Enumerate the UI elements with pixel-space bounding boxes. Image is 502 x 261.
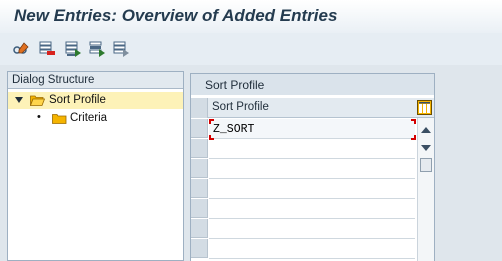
scroll-thumb[interactable]	[420, 158, 432, 172]
table-settings-icon[interactable]	[417, 100, 432, 115]
select-block-icon	[89, 41, 105, 57]
focus-corner	[411, 119, 416, 124]
scroll-up-icon[interactable]	[421, 127, 431, 133]
column-header-sort-profile[interactable]: Sort Profile	[212, 101, 269, 113]
deselect-all-icon	[113, 41, 129, 57]
delete-row-icon	[39, 41, 55, 55]
table-cell[interactable]	[209, 179, 415, 199]
panel-title: Sort Profile	[191, 74, 434, 95]
row-selector[interactable]	[191, 159, 208, 178]
row-selector[interactable]	[191, 239, 208, 258]
tree-bullet: •	[37, 111, 41, 123]
table-cell[interactable]	[209, 139, 415, 159]
tree-item-label: Sort Profile	[49, 94, 106, 106]
folder-icon	[52, 114, 67, 124]
sort-profile-panel: Sort Profile Sort Profile Z_SORT	[190, 73, 435, 261]
row-selector[interactable]	[191, 119, 208, 138]
select-block-button[interactable]	[88, 40, 106, 58]
select-all-button[interactable]	[64, 40, 82, 58]
table-cell[interactable]	[209, 159, 415, 179]
focus-corner	[411, 135, 416, 140]
focus-corner	[209, 135, 214, 140]
table-control: Sort Profile Z_SORT	[191, 98, 434, 261]
display-change-button[interactable]	[12, 40, 30, 58]
title-bar: New Entries: Overview of Added Entries	[0, 0, 502, 33]
sap-screen: New Entries: Overview of Added Entries D…	[0, 0, 502, 261]
expand-triangle-icon[interactable]	[15, 97, 23, 104]
application-toolbar	[0, 33, 502, 65]
delete-row-button[interactable]	[38, 40, 56, 58]
vertical-scrollbar[interactable]	[417, 118, 434, 261]
row-selector[interactable]	[191, 219, 208, 238]
focus-corner	[209, 119, 214, 124]
row-selector[interactable]	[191, 179, 208, 198]
tree-item-sort-profile[interactable]: Sort Profile	[8, 92, 183, 109]
row-selector[interactable]	[191, 199, 208, 218]
select-all-rows-button[interactable]	[191, 98, 208, 118]
tree-item-label: Criteria	[70, 112, 108, 124]
dialog-structure-header: Dialog Structure	[8, 72, 183, 89]
dialog-structure-panel: Dialog Structure Sort Profile • Criteria	[7, 71, 184, 261]
tree-item-criteria[interactable]: • Criteria	[8, 110, 183, 127]
page-title: New Entries: Overview of Added Entries	[14, 6, 338, 25]
display-change-icon	[13, 42, 29, 54]
select-all-icon	[65, 41, 81, 57]
table-cell[interactable]	[209, 199, 415, 219]
folder-open-icon	[30, 95, 45, 106]
scroll-down-icon[interactable]	[421, 145, 431, 151]
table-cell[interactable]	[209, 239, 415, 259]
table-header: Sort Profile	[191, 98, 434, 118]
sort-profile-field[interactable]: Z_SORT	[209, 119, 416, 140]
deselect-all-button[interactable]	[112, 40, 130, 58]
row-selector[interactable]	[191, 139, 208, 158]
table-cell[interactable]	[209, 219, 415, 239]
